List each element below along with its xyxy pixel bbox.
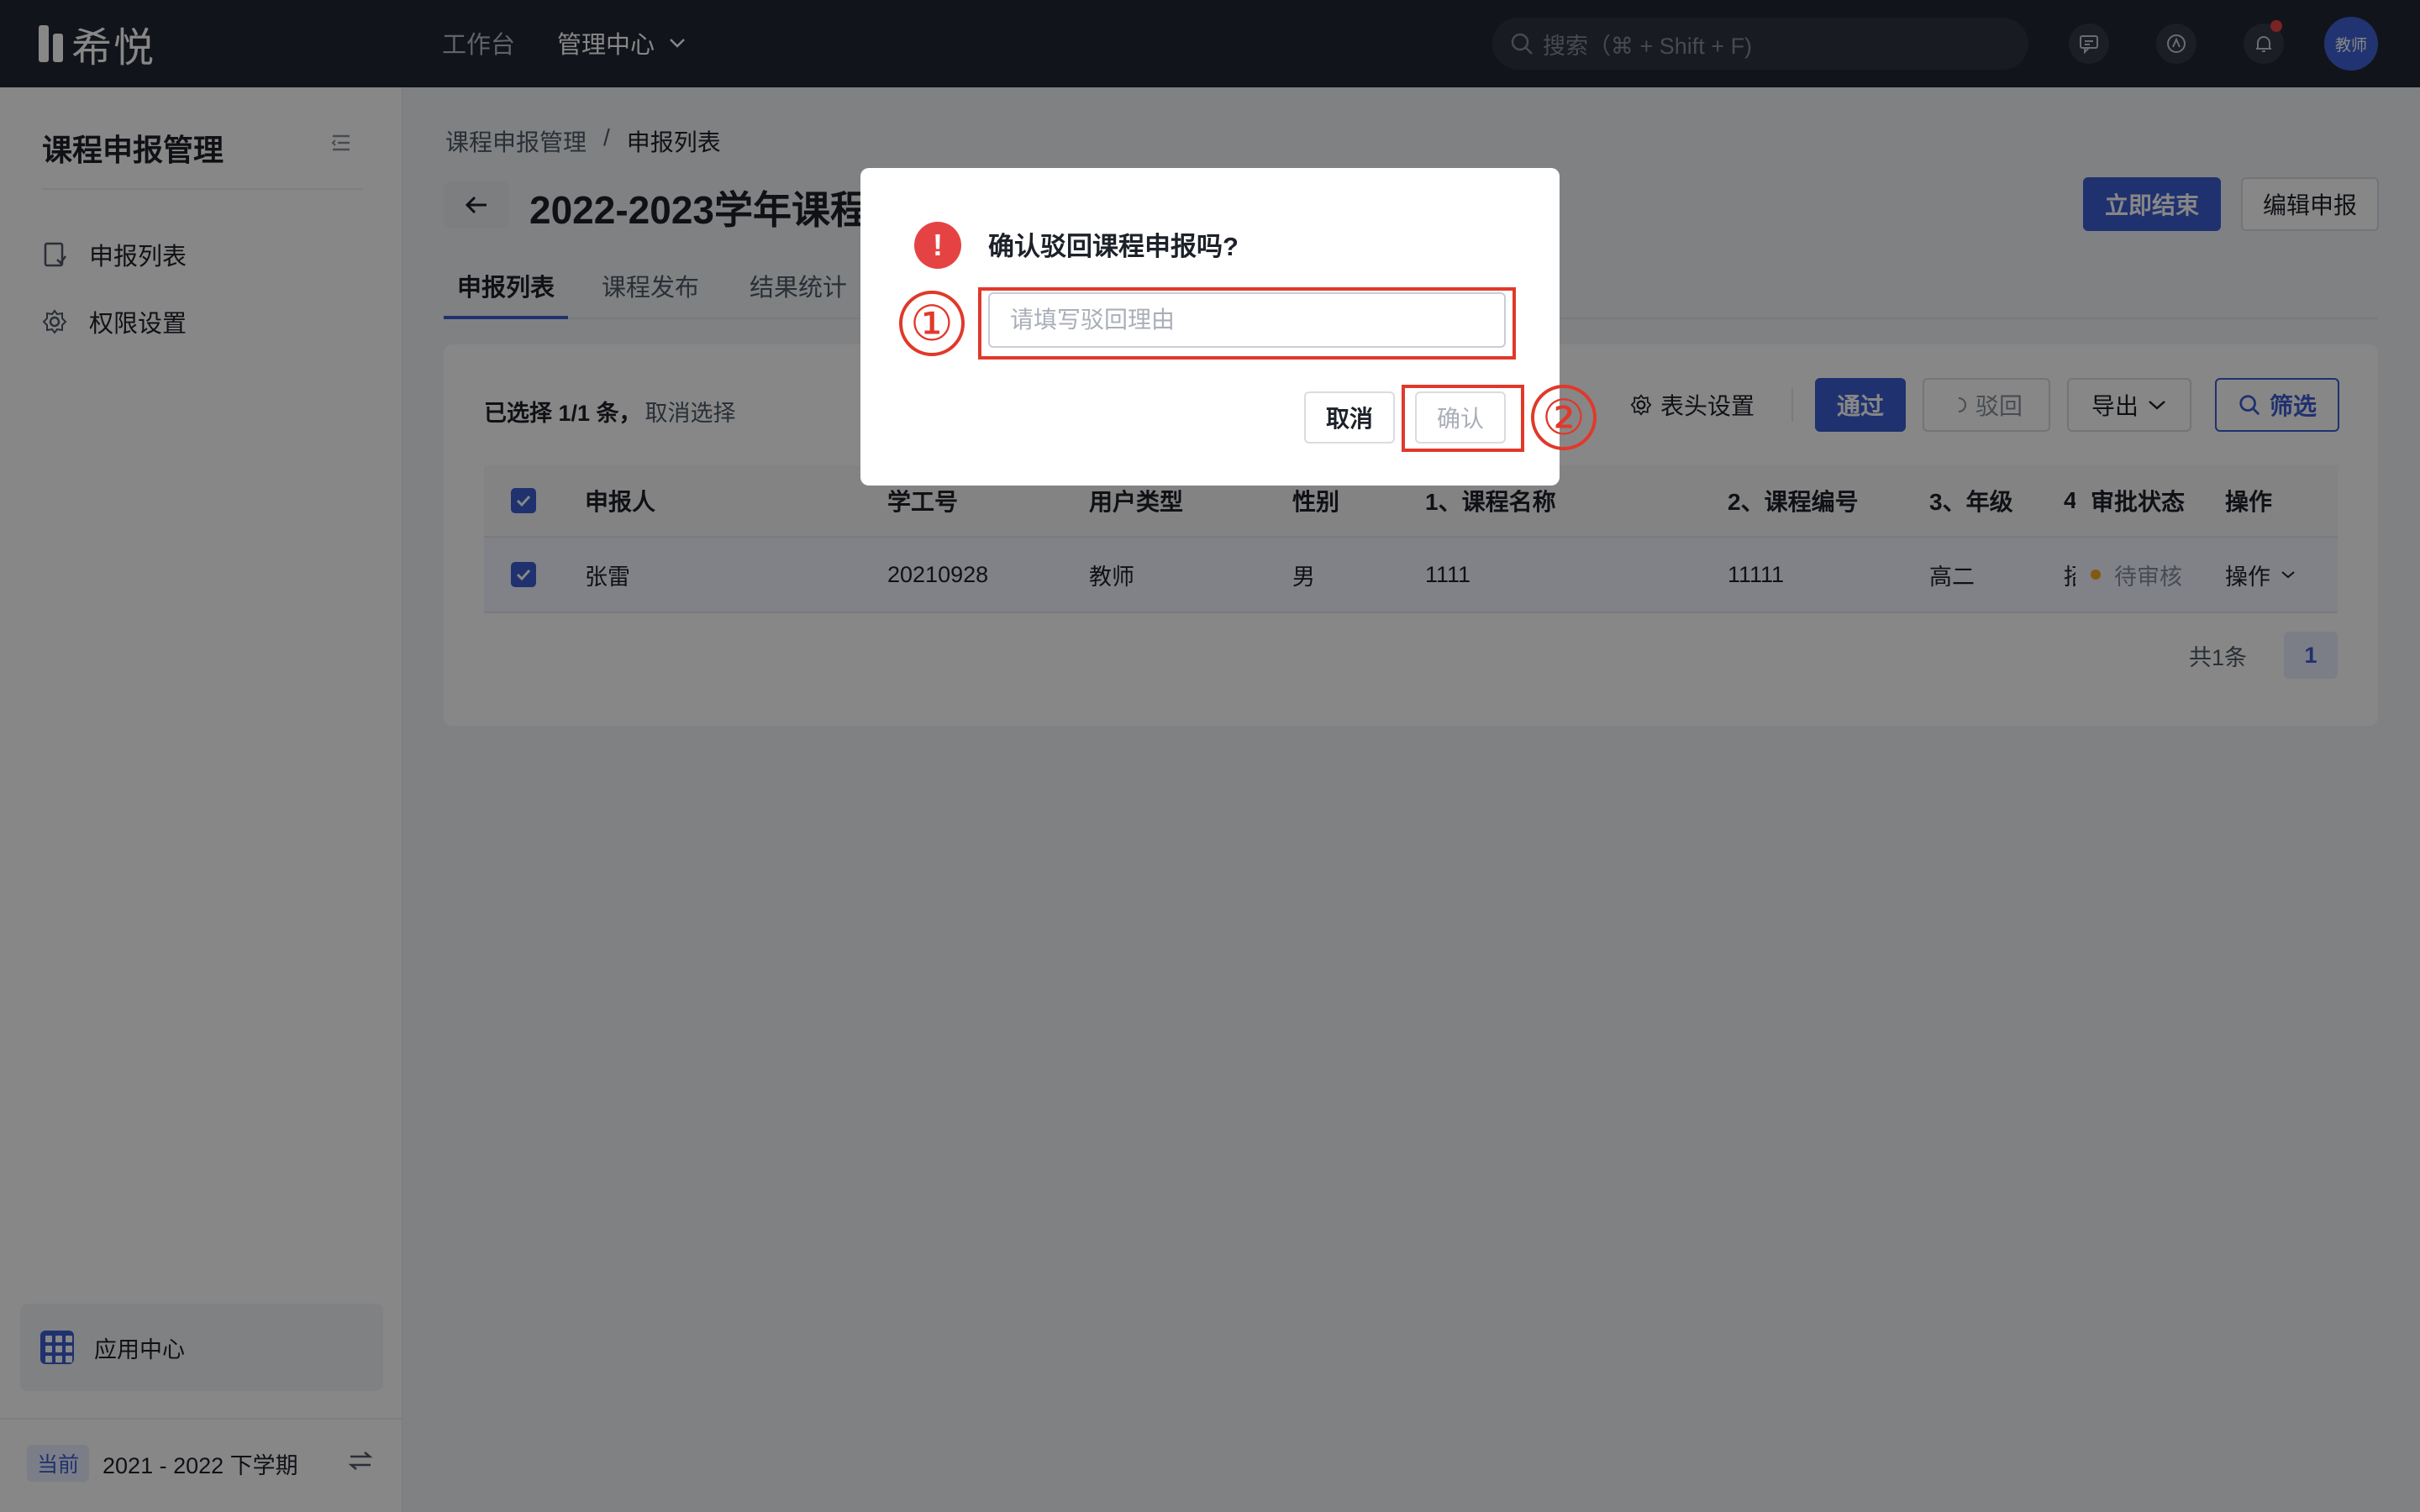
dialog-title: 确认驳回课程申报吗? xyxy=(988,232,1239,261)
annotation-number-2: ② xyxy=(1531,385,1597,450)
annotation-box-1 xyxy=(978,287,1516,360)
annotation-number-1: ① xyxy=(899,291,965,356)
annotation-box-2 xyxy=(1402,385,1524,452)
exclamation-icon: ! xyxy=(914,222,961,269)
cancel-button[interactable]: 取消 xyxy=(1304,391,1395,444)
